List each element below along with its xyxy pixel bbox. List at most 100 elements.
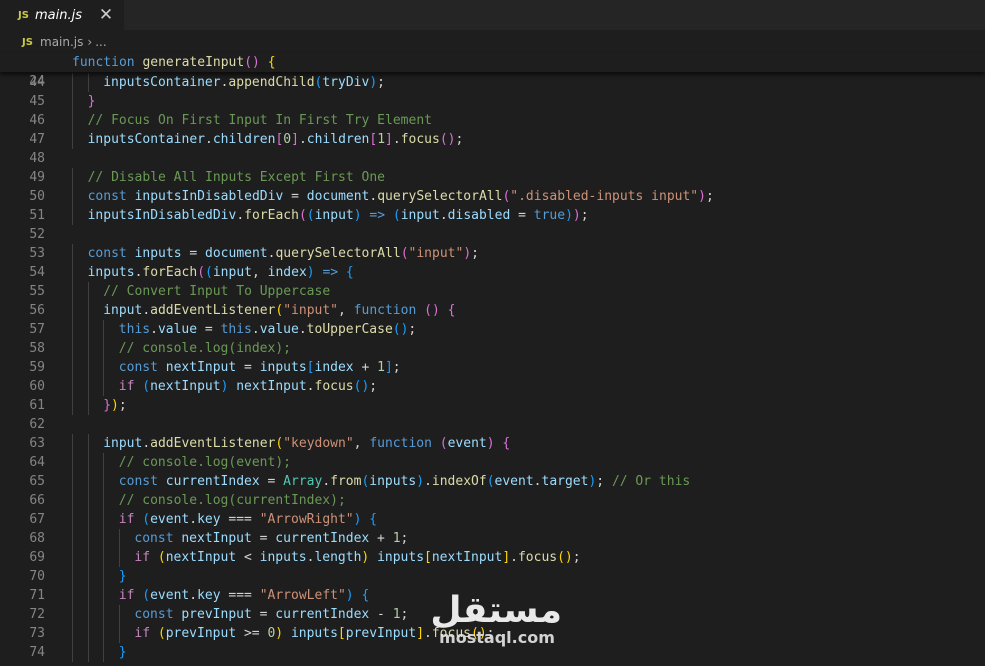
code-token: const xyxy=(87,246,127,261)
code-token: = xyxy=(251,531,276,546)
watermark-arabic: مستقل xyxy=(430,590,562,631)
line-number: 74 xyxy=(29,645,45,660)
code-token: appendChild xyxy=(228,75,315,90)
code-text: // Disable All Inputs Except First One xyxy=(88,168,385,187)
line-number: 69 xyxy=(29,550,45,565)
javascript-file-icon: JS xyxy=(18,9,29,21)
code-token: focus xyxy=(400,132,440,147)
code-token: input xyxy=(103,303,143,318)
code-token: => xyxy=(322,265,339,280)
indent-guide xyxy=(72,339,73,358)
code-token: . xyxy=(510,550,518,565)
code-token: 1 xyxy=(392,607,401,622)
breadcrumb-symbols[interactable]: ... xyxy=(95,35,106,49)
line-number: 24 xyxy=(29,74,45,89)
code-line[interactable]: 63 input.addEventListener ("keydown", func… xyxy=(0,434,985,453)
code-text: // console.log(event); xyxy=(119,453,291,472)
code-token: () xyxy=(392,322,409,337)
code-token: ( xyxy=(306,208,315,223)
code-token: () xyxy=(557,550,573,565)
code-token: { xyxy=(345,265,354,280)
code-token: ; xyxy=(400,607,409,622)
indent-guide xyxy=(72,548,73,567)
indent-guide xyxy=(103,605,105,624)
code-token: () xyxy=(439,132,456,147)
code-token: ; xyxy=(580,208,589,223)
code-line[interactable]: 45} xyxy=(0,92,985,111)
code-text: if (event.key === "ArrowRight") { xyxy=(119,510,377,529)
line-number: 57 xyxy=(29,322,45,337)
code-token: . xyxy=(298,322,307,337)
indent-guide xyxy=(87,643,89,662)
code-line[interactable]: 66 // console.log(currentIndex); xyxy=(0,491,985,510)
code-editor[interactable]: 44 inputsContainer.appendChild(tryDiv); 45… xyxy=(0,73,985,666)
code-line[interactable]: 58 // console.log(index); xyxy=(0,339,985,358)
indent-guide xyxy=(72,244,73,263)
line-number: 47 xyxy=(29,132,45,147)
code-token: generateInput xyxy=(142,55,245,70)
breadcrumb-file[interactable]: main.js xyxy=(40,35,83,49)
code-token: focus xyxy=(314,379,354,394)
code-line[interactable]: 56 input.addEventListener("input", functi… xyxy=(0,301,985,320)
indent-guide xyxy=(103,320,105,339)
indent-guide xyxy=(103,491,105,510)
code-token: // console.log(event); xyxy=(118,455,291,470)
code-line[interactable]: 46// Focus On First Input In First Try E… xyxy=(0,111,985,130)
code-line[interactable]: 57 this.value = this.value.toUpperCase(); xyxy=(0,320,985,339)
indent-guide xyxy=(118,605,120,624)
code-token: prevInput xyxy=(181,607,252,622)
sticky-scroll-header[interactable]: 24 function generateInput() { xyxy=(0,53,985,89)
code-line[interactable]: 65 const currentIndex = Array.from(inputs… xyxy=(0,472,985,491)
code-line[interactable]: 47 inputsContainer.children[0].children[1… xyxy=(0,130,985,149)
code-token: forEach xyxy=(142,265,198,280)
code-token: () xyxy=(424,303,440,318)
code-token: ( xyxy=(205,265,213,280)
code-token: input xyxy=(314,208,354,223)
indent-guide xyxy=(103,567,105,586)
code-token: () xyxy=(244,55,260,70)
code-token: = xyxy=(197,322,221,337)
code-token: { xyxy=(361,588,370,603)
tab-main-js[interactable]: JS main.js ✕ xyxy=(0,0,124,30)
code-line[interactable]: 54 inputs.forEach((input, index) => { xyxy=(0,263,985,282)
code-line[interactable]: 69 if (nextInput < inputs.length) inputs[… xyxy=(0,548,985,567)
line-number: 49 xyxy=(29,170,45,185)
code-text: inputs.forEach((input, index) => { xyxy=(88,263,354,282)
indent-guide xyxy=(72,73,73,92)
code-line[interactable]: 61}); xyxy=(0,396,985,415)
code-text: } xyxy=(119,643,127,662)
code-line[interactable]: 52 xyxy=(0,225,985,244)
code-token: "keydown" xyxy=(283,436,354,451)
code-token: value xyxy=(259,322,299,337)
code-line[interactable]: 55 // Convert Input To Uppercase xyxy=(0,282,985,301)
code-line[interactable]: 51 inputsInDisabledDiv.forEach((input) =>… xyxy=(0,206,985,225)
indent-guide xyxy=(87,339,89,358)
line-number: 55 xyxy=(29,284,45,299)
code-line[interactable]: 49 // Disable All Inputs Except First One xyxy=(0,168,985,187)
code-line[interactable]: 44 inputsContainer.appendChild(tryDiv); xyxy=(0,73,985,92)
code-token: children xyxy=(212,132,276,147)
code-line[interactable]: 48 xyxy=(0,149,985,168)
code-text: this.value = this.value.toUpperCase(); xyxy=(119,320,416,339)
code-token: ) xyxy=(486,436,495,451)
close-icon[interactable]: ✕ xyxy=(96,5,116,25)
code-token: // Focus On First Input In First Try Ele… xyxy=(87,113,432,128)
code-line[interactable]: 67 if (event.key === "ArrowRight") { xyxy=(0,510,985,529)
code-token: nextInput xyxy=(165,550,237,565)
indent-guide xyxy=(87,491,89,510)
code-line[interactable]: 53 const inputs = document.querySelectorA… xyxy=(0,244,985,263)
code-line[interactable]: 60 if (nextInput) nextInput.focus(); xyxy=(0,377,985,396)
indent-guide xyxy=(103,624,105,643)
code-line[interactable]: 62 xyxy=(0,415,985,434)
code-text: const nextInput = currentIndex + 1; xyxy=(134,529,408,548)
code-line[interactable]: 70} xyxy=(0,567,985,586)
code-line[interactable]: 50 const inputsInDisabledDiv = document.q… xyxy=(0,187,985,206)
code-line[interactable]: 64 // console.log(event); xyxy=(0,453,985,472)
code-line[interactable]: 59 const nextInput = inputs[index + 1]; xyxy=(0,358,985,377)
code-token: inputsInDisabledDiv xyxy=(87,208,237,223)
code-line[interactable]: 68 const nextInput = currentIndex + 1; xyxy=(0,529,985,548)
code-token: inputs xyxy=(377,550,425,565)
code-token: , xyxy=(338,303,354,318)
